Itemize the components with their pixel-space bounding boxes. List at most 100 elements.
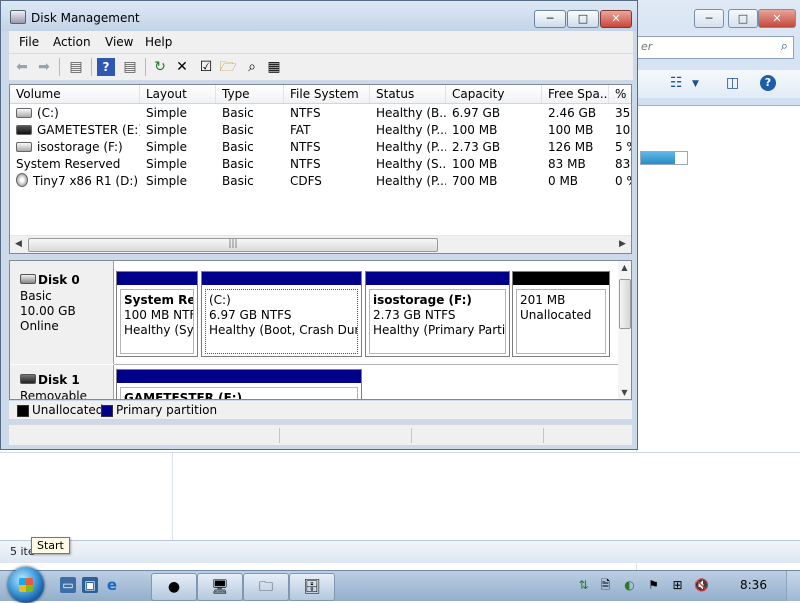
- status-cell: Healthy (B...: [376, 106, 446, 120]
- partition-size: 2.73 GB NTFS: [373, 308, 456, 322]
- scroll-down-arrow-icon[interactable]: ▼: [618, 386, 631, 399]
- table-row[interactable]: isostorage (F:) Simple Basic NTFS Health…: [10, 139, 631, 156]
- unallocated-label: Unallocated: [520, 308, 592, 322]
- table-row[interactable]: GAMETESTER (E:) Simple Basic FAT Healthy…: [10, 122, 631, 139]
- column-header-free-space[interactable]: Free Spa...: [542, 85, 609, 103]
- taskbar-disk-management[interactable]: 🗄: [289, 573, 335, 601]
- internet-explorer-icon[interactable]: e: [104, 577, 120, 593]
- disk-1-label[interactable]: Disk 1 Removable: [10, 365, 114, 399]
- volume-list-header: Volume Layout Type File System Status Ca…: [10, 85, 631, 104]
- table-row[interactable]: System Reserved Simple Basic NTFS Health…: [10, 156, 631, 173]
- toolbar-separator: [91, 58, 92, 76]
- maximize-button[interactable]: □: [567, 10, 599, 28]
- search-icon[interactable]: ⌕: [781, 39, 788, 54]
- delete-icon[interactable]: ✕: [173, 58, 191, 76]
- view-icon[interactable]: ▦: [265, 58, 283, 76]
- disk-layout-pane[interactable]: Disk 0 Basic 10.00 GB Online System Rese…: [9, 260, 632, 400]
- partition-label: GAMETESTER (E:): [124, 391, 243, 400]
- start-button[interactable]: [8, 567, 44, 603]
- taskbar-explorer[interactable]: 🗀: [243, 573, 289, 601]
- scrollbar-thumb[interactable]: [619, 279, 631, 329]
- status-cell: Healthy (S...: [376, 157, 446, 171]
- menu-help[interactable]: Help: [145, 35, 172, 49]
- switch-windows-icon[interactable]: ▣: [82, 577, 98, 593]
- partition-label: System Rese: [124, 293, 194, 307]
- background-close-button[interactable]: ✕: [758, 9, 796, 28]
- partition-gametester[interactable]: GAMETESTER (E:): [116, 369, 362, 400]
- chevron-down-icon[interactable]: ▼: [692, 79, 699, 89]
- unallocated-space[interactable]: 201 MB Unallocated: [512, 271, 610, 357]
- help-icon[interactable]: ?: [760, 75, 776, 91]
- taskbar-media-player[interactable]: ●: [151, 573, 197, 601]
- disk-management-icon: 🗄: [303, 579, 321, 595]
- volume-name: GAMETESTER (E:): [37, 123, 140, 137]
- show-hide-console-tree-icon[interactable]: ▤: [67, 58, 85, 76]
- show-desktop-button[interactable]: [786, 571, 800, 601]
- volume-cell: (C:): [10, 105, 140, 122]
- disk-0-label[interactable]: Disk 0 Basic 10.00 GB Online: [10, 261, 114, 364]
- volume-name: System Reserved: [16, 157, 121, 171]
- column-header-capacity[interactable]: Capacity: [446, 85, 542, 103]
- network-tray-icon[interactable]: ⇅: [576, 578, 591, 593]
- column-header-status[interactable]: Status: [370, 85, 446, 103]
- clock[interactable]: 8:36: [740, 578, 767, 592]
- layout-cell: Simple: [146, 123, 187, 137]
- minimize-button[interactable]: ─: [534, 10, 566, 28]
- disk-name: Disk 1: [38, 373, 80, 387]
- view-options-icon[interactable]: ☷: [670, 75, 683, 91]
- forward-arrow-icon[interactable]: ➡: [35, 58, 53, 76]
- partition-isostorage[interactable]: isostorage (F:) 2.73 GB NTFS Healthy (Pr…: [365, 271, 510, 357]
- vertical-scrollbar[interactable]: ▲ ▼: [618, 261, 631, 399]
- background-search-input[interactable]: er ⌕: [636, 36, 794, 59]
- column-header-percent-free[interactable]: % F: [609, 85, 631, 103]
- table-row[interactable]: Tiny7 x86 R1 (D:) Simple Basic CDFS Heal…: [10, 173, 631, 190]
- menu-file[interactable]: File: [19, 35, 39, 49]
- column-header-layout[interactable]: Layout: [140, 85, 216, 103]
- properties-icon[interactable]: ☑: [197, 58, 215, 76]
- menu-action[interactable]: Action: [53, 35, 91, 49]
- partition-details: (C:) 6.97 GB NTFS Healthy (Boot, Crash D…: [205, 289, 358, 354]
- table-row[interactable]: (C:) Simple Basic NTFS Healthy (B... 6.9…: [10, 105, 631, 122]
- status-bar: [9, 424, 632, 445]
- scroll-up-arrow-icon[interactable]: ▲: [618, 261, 631, 274]
- status-separator: [279, 428, 280, 443]
- column-header-file-system[interactable]: File System: [284, 85, 370, 103]
- capacity-cell: 100 MB: [452, 123, 498, 137]
- horizontal-scrollbar[interactable]: ◀ ||| ▶: [10, 235, 631, 253]
- menu-view[interactable]: View: [105, 35, 133, 49]
- document-tray-icon[interactable]: 🗎: [598, 578, 613, 593]
- taskbar: ▭ ▣ e ● 🖥 🗀 🗄 ⇅ 🗎 ◐ ⚑ ⊞ 🔇 8:36: [0, 567, 800, 603]
- file-system-cell: NTFS: [290, 140, 321, 154]
- preview-pane-icon[interactable]: ◫: [726, 75, 739, 91]
- volume-name: isostorage (F:): [37, 140, 123, 154]
- column-header-volume[interactable]: Volume: [10, 85, 140, 103]
- help-book-icon[interactable]: ?: [97, 58, 115, 76]
- disk-0-name: Disk 0: [20, 273, 80, 287]
- partition-system-reserved[interactable]: System Rese 100 MB NTFS Healthy (Syst: [116, 271, 198, 357]
- title-bar[interactable]: Disk Management ─ □ ✕: [1, 1, 637, 31]
- partition-c[interactable]: (C:) 6.97 GB NTFS Healthy (Boot, Crash D…: [201, 271, 362, 357]
- background-maximize-button[interactable]: □: [728, 9, 758, 28]
- search-icon[interactable]: ⌕: [243, 58, 261, 76]
- scroll-right-arrow-icon[interactable]: ▶: [614, 236, 631, 253]
- removable-disk-icon: [20, 374, 36, 384]
- scroll-left-arrow-icon[interactable]: ◀: [10, 236, 27, 253]
- volume-list[interactable]: Volume Layout Type File System Status Ca…: [9, 84, 632, 254]
- refresh-icon[interactable]: ↻: [151, 58, 169, 76]
- properties-panel-icon[interactable]: ▤: [121, 58, 139, 76]
- action-center-flag-icon[interactable]: ⚑: [646, 578, 661, 593]
- back-arrow-icon[interactable]: ⬅: [13, 58, 31, 76]
- partition-size: 6.97 GB NTFS: [209, 308, 292, 322]
- open-folder-icon[interactable]: 🗁: [219, 58, 237, 76]
- scrollbar-thumb[interactable]: |||: [28, 238, 438, 252]
- drive-usage-bar: [640, 151, 688, 165]
- taskbar-computer-management[interactable]: 🖥: [197, 573, 243, 601]
- close-button[interactable]: ✕: [600, 10, 632, 28]
- show-desktop-icon[interactable]: ▭: [60, 577, 76, 593]
- security-tray-icon[interactable]: ◐: [622, 578, 637, 593]
- network-monitor-icon[interactable]: ⊞: [670, 578, 685, 593]
- legend-primary-partition: Primary partition: [116, 403, 218, 417]
- background-minimize-button[interactable]: ─: [694, 9, 724, 28]
- column-header-type[interactable]: Type: [216, 85, 284, 103]
- volume-muted-icon[interactable]: 🔇: [694, 578, 709, 593]
